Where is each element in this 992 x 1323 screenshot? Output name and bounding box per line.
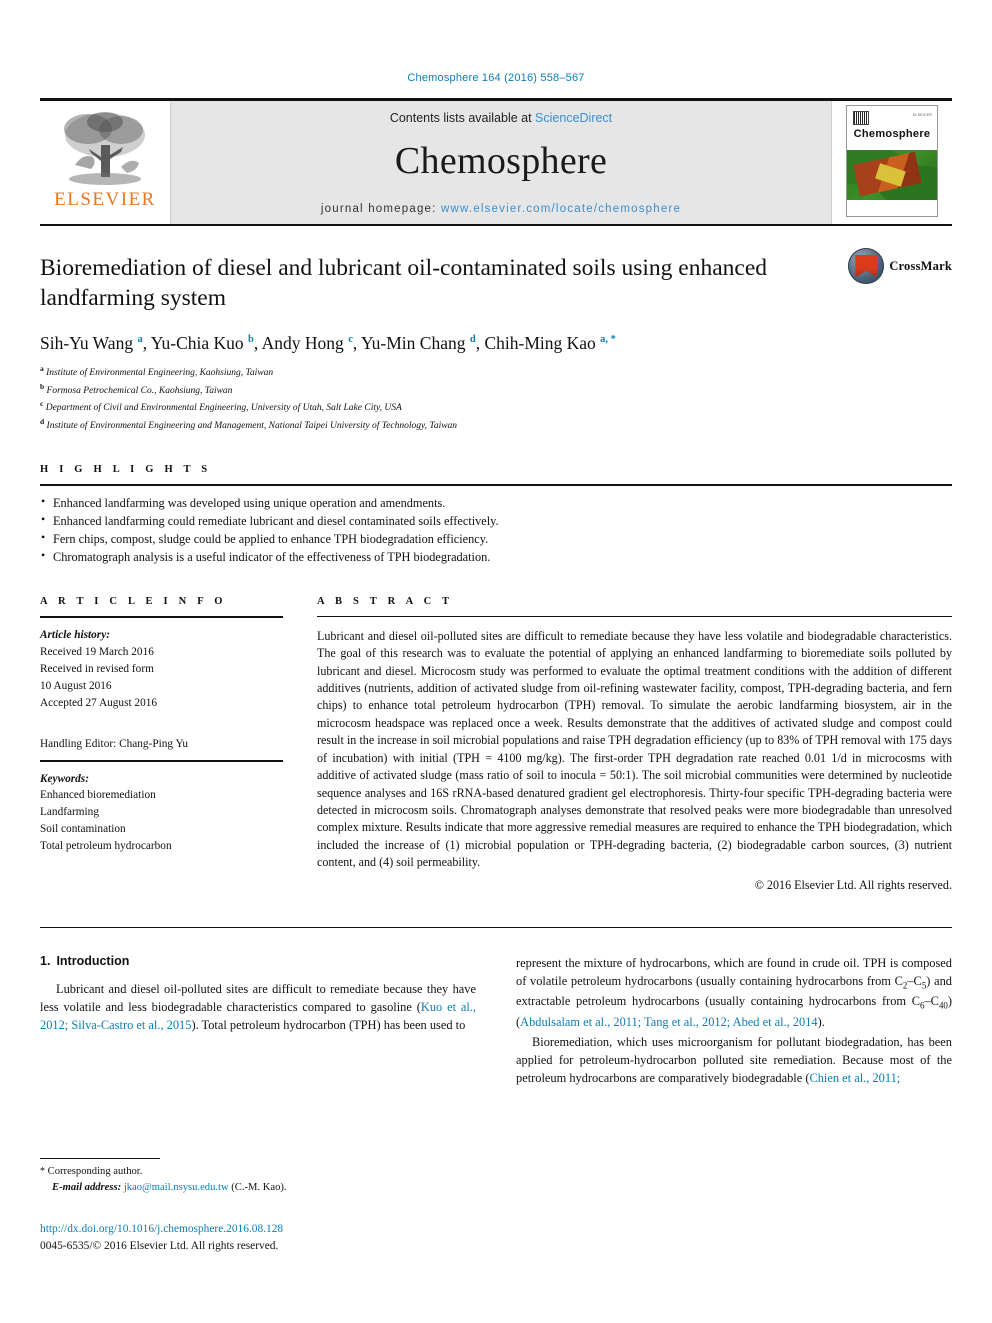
highlight-item: Enhanced landfarming could remediate lub… (40, 511, 952, 530)
elsevier-wordmark: ELSEVIER (54, 189, 156, 210)
cover-corner-tag: ELSEVIER (912, 113, 932, 117)
abstract-column: A B S T R A C T Lubricant and diesel oil… (317, 596, 952, 893)
running-head: Chemosphere 164 (2016) 558–567 (407, 72, 585, 84)
article-info-heading: A R T I C L E I N F O (40, 595, 227, 607)
affiliation-marker: c (40, 399, 44, 409)
history-line: Accepted 27 August 2016 (40, 696, 158, 709)
corresponding-text: Corresponding author. (47, 1166, 143, 1177)
abstract-heading: A B S T R A C T (317, 595, 454, 607)
keyword-item: Total petroleum hydrocarbon (40, 840, 172, 853)
highlight-item: Enhanced landfarming was developed using… (40, 493, 952, 512)
handling-editor: Handling Editor: Chang-Ping Yu (40, 737, 189, 750)
highlight-item: Chromatograph analysis is a useful indic… (40, 547, 952, 566)
article-info-column: A R T I C L E I N F O Article history: R… (40, 596, 283, 893)
cover-artwork (847, 150, 937, 202)
history-line: Received 19 March 2016 (40, 645, 154, 658)
email-link[interactable]: jkao@mail.nsysu.edu.tw (124, 1182, 229, 1193)
body-columns: 1. Introduction Lubricant and diesel oil-… (40, 954, 952, 1090)
sciencedirect-link[interactable]: ScienceDirect (535, 111, 612, 125)
elsevier-tree-icon (64, 112, 145, 185)
journal-cover-thumbnail: ELSEVIER Chemosphere (846, 105, 938, 217)
cover-journal-name: Chemosphere (853, 128, 931, 140)
doi-block: http://dx.doi.org/10.1016/j.chemosphere.… (40, 1221, 460, 1255)
keyword-item: Landfarming (40, 806, 99, 819)
intro-paragraph-left: Lubricant and diesel oil-polluted sites … (40, 981, 477, 1032)
article-history: Article history: Received 19 March 2016 … (40, 618, 283, 712)
keywords-block: Keywords: Enhanced bioremediation Landfa… (40, 762, 283, 856)
introduction-heading: 1. Introduction (40, 954, 476, 968)
corresponding-author-line: * Corresponding author. (40, 1164, 460, 1180)
contents-available-line: Contents lists available at ScienceDirec… (390, 111, 612, 125)
intro-paragraph-right-1: represent the mixture of hydrocarbons, w… (516, 955, 952, 1029)
highlights-list: Enhanced landfarming was developed using… (40, 486, 952, 566)
author-list: Sih-Yu Wang a, Yu-Chia Kuo b, Andy Hong … (40, 333, 616, 354)
contents-prefix: Contents lists available at (389, 111, 536, 125)
email-label: E-mail address: (52, 1181, 122, 1193)
affiliation-item: c Department of Civil and Environmental … (40, 398, 952, 416)
email-owner: (C.-M. Kao). (231, 1181, 287, 1193)
barcode-icon (853, 111, 869, 125)
keyword-item: Enhanced bioremediation (40, 789, 156, 802)
affiliation-item: a Institute of Environmental Engineering… (40, 363, 952, 381)
crossmark-icon (848, 248, 885, 284)
highlights-section: H I G H L I G H T S Enhanced landfarming… (40, 464, 952, 566)
journal-masthead: ELSEVIER Contents lists available at Sci… (40, 98, 952, 224)
abstract-copyright: © 2016 Elsevier Ltd. All rights reserved… (754, 877, 952, 892)
body-column-left: 1. Introduction Lubricant and diesel oil-… (40, 954, 476, 1090)
highlight-item: Fern chips, compost, sludge could be app… (40, 529, 952, 548)
journal-homepage-line: journal homepage: www.elsevier.com/locat… (321, 203, 681, 215)
issn-copyright-line: 0045-6535/© 2016 Elsevier Ltd. All right… (40, 1239, 279, 1252)
affiliation-text: Institute of Environmental Engineering a… (46, 421, 458, 432)
affiliation-marker: a (40, 364, 44, 374)
footnote-rule (40, 1158, 160, 1159)
abstract-text: Lubricant and diesel oil-polluted sites … (317, 628, 952, 870)
email-line: E-mail address: jkao@mail.nsysu.edu.tw (… (40, 1180, 460, 1195)
cover-top: ELSEVIER Chemosphere (847, 106, 937, 150)
history-line: Received in revised form (40, 662, 154, 675)
section-number: 1. (40, 953, 51, 968)
highlights-heading: H I G H L I G H T S (40, 463, 212, 475)
corresponding-marker: * (40, 1166, 45, 1177)
masthead-right: ELSEVIER Chemosphere (832, 101, 952, 224)
article-title: Bioremediation of diesel and lubricant o… (40, 255, 767, 311)
page-footnote: * Corresponding author. E-mail address: … (40, 1158, 460, 1255)
affiliation-text: Formosa Petrochemical Co., Kaohsiung, Ta… (46, 385, 233, 396)
masthead-center: Contents lists available at ScienceDirec… (170, 101, 832, 224)
keywords-label: Keywords: (40, 772, 89, 785)
cover-bottom (847, 200, 937, 216)
affiliation-list: a Institute of Environmental Engineering… (40, 363, 952, 433)
journal-homepage-link[interactable]: www.elsevier.com/locate/chemosphere (441, 203, 681, 215)
keyword-item: Soil contamination (40, 823, 126, 836)
body-separator-rule (40, 926, 952, 928)
intro-paragraph-right-2: Bioremediation, which uses microorganism… (516, 1034, 952, 1085)
elsevier-logo: ELSEVIER (40, 101, 170, 224)
affiliation-marker: b (40, 381, 45, 391)
crossmark-badge[interactable]: CrossMark (848, 248, 952, 284)
journal-article-first-page: Chemosphere 164 (2016) 558–567 ELSEVIER (0, 0, 992, 1323)
affiliation-text: Institute of Environmental Engineering, … (46, 368, 274, 379)
affiliation-item: d Institute of Environmental Engineering… (40, 416, 952, 434)
crossmark-label: CrossMark (889, 258, 952, 273)
affiliation-item: b Formosa Petrochemical Co., Kaohsiung, … (40, 381, 952, 399)
title-block: Bioremediation of diesel and lubricant o… (40, 226, 952, 434)
homepage-prefix: journal homepage: (320, 203, 441, 215)
info-abstract-row: A R T I C L E I N F O Article history: R… (40, 596, 952, 893)
article-history-label: Article history: (40, 628, 110, 641)
section-title-text: Introduction (56, 953, 130, 968)
journal-title: Chemosphere (394, 140, 608, 182)
affiliation-marker: d (40, 417, 45, 426)
history-line: 10 August 2016 (40, 679, 112, 692)
body-column-right: represent the mixture of hydrocarbons, w… (516, 954, 952, 1090)
affiliation-text: Department of Civil and Environmental En… (45, 403, 402, 414)
doi-link[interactable]: http://dx.doi.org/10.1016/j.chemosphere.… (40, 1221, 460, 1238)
